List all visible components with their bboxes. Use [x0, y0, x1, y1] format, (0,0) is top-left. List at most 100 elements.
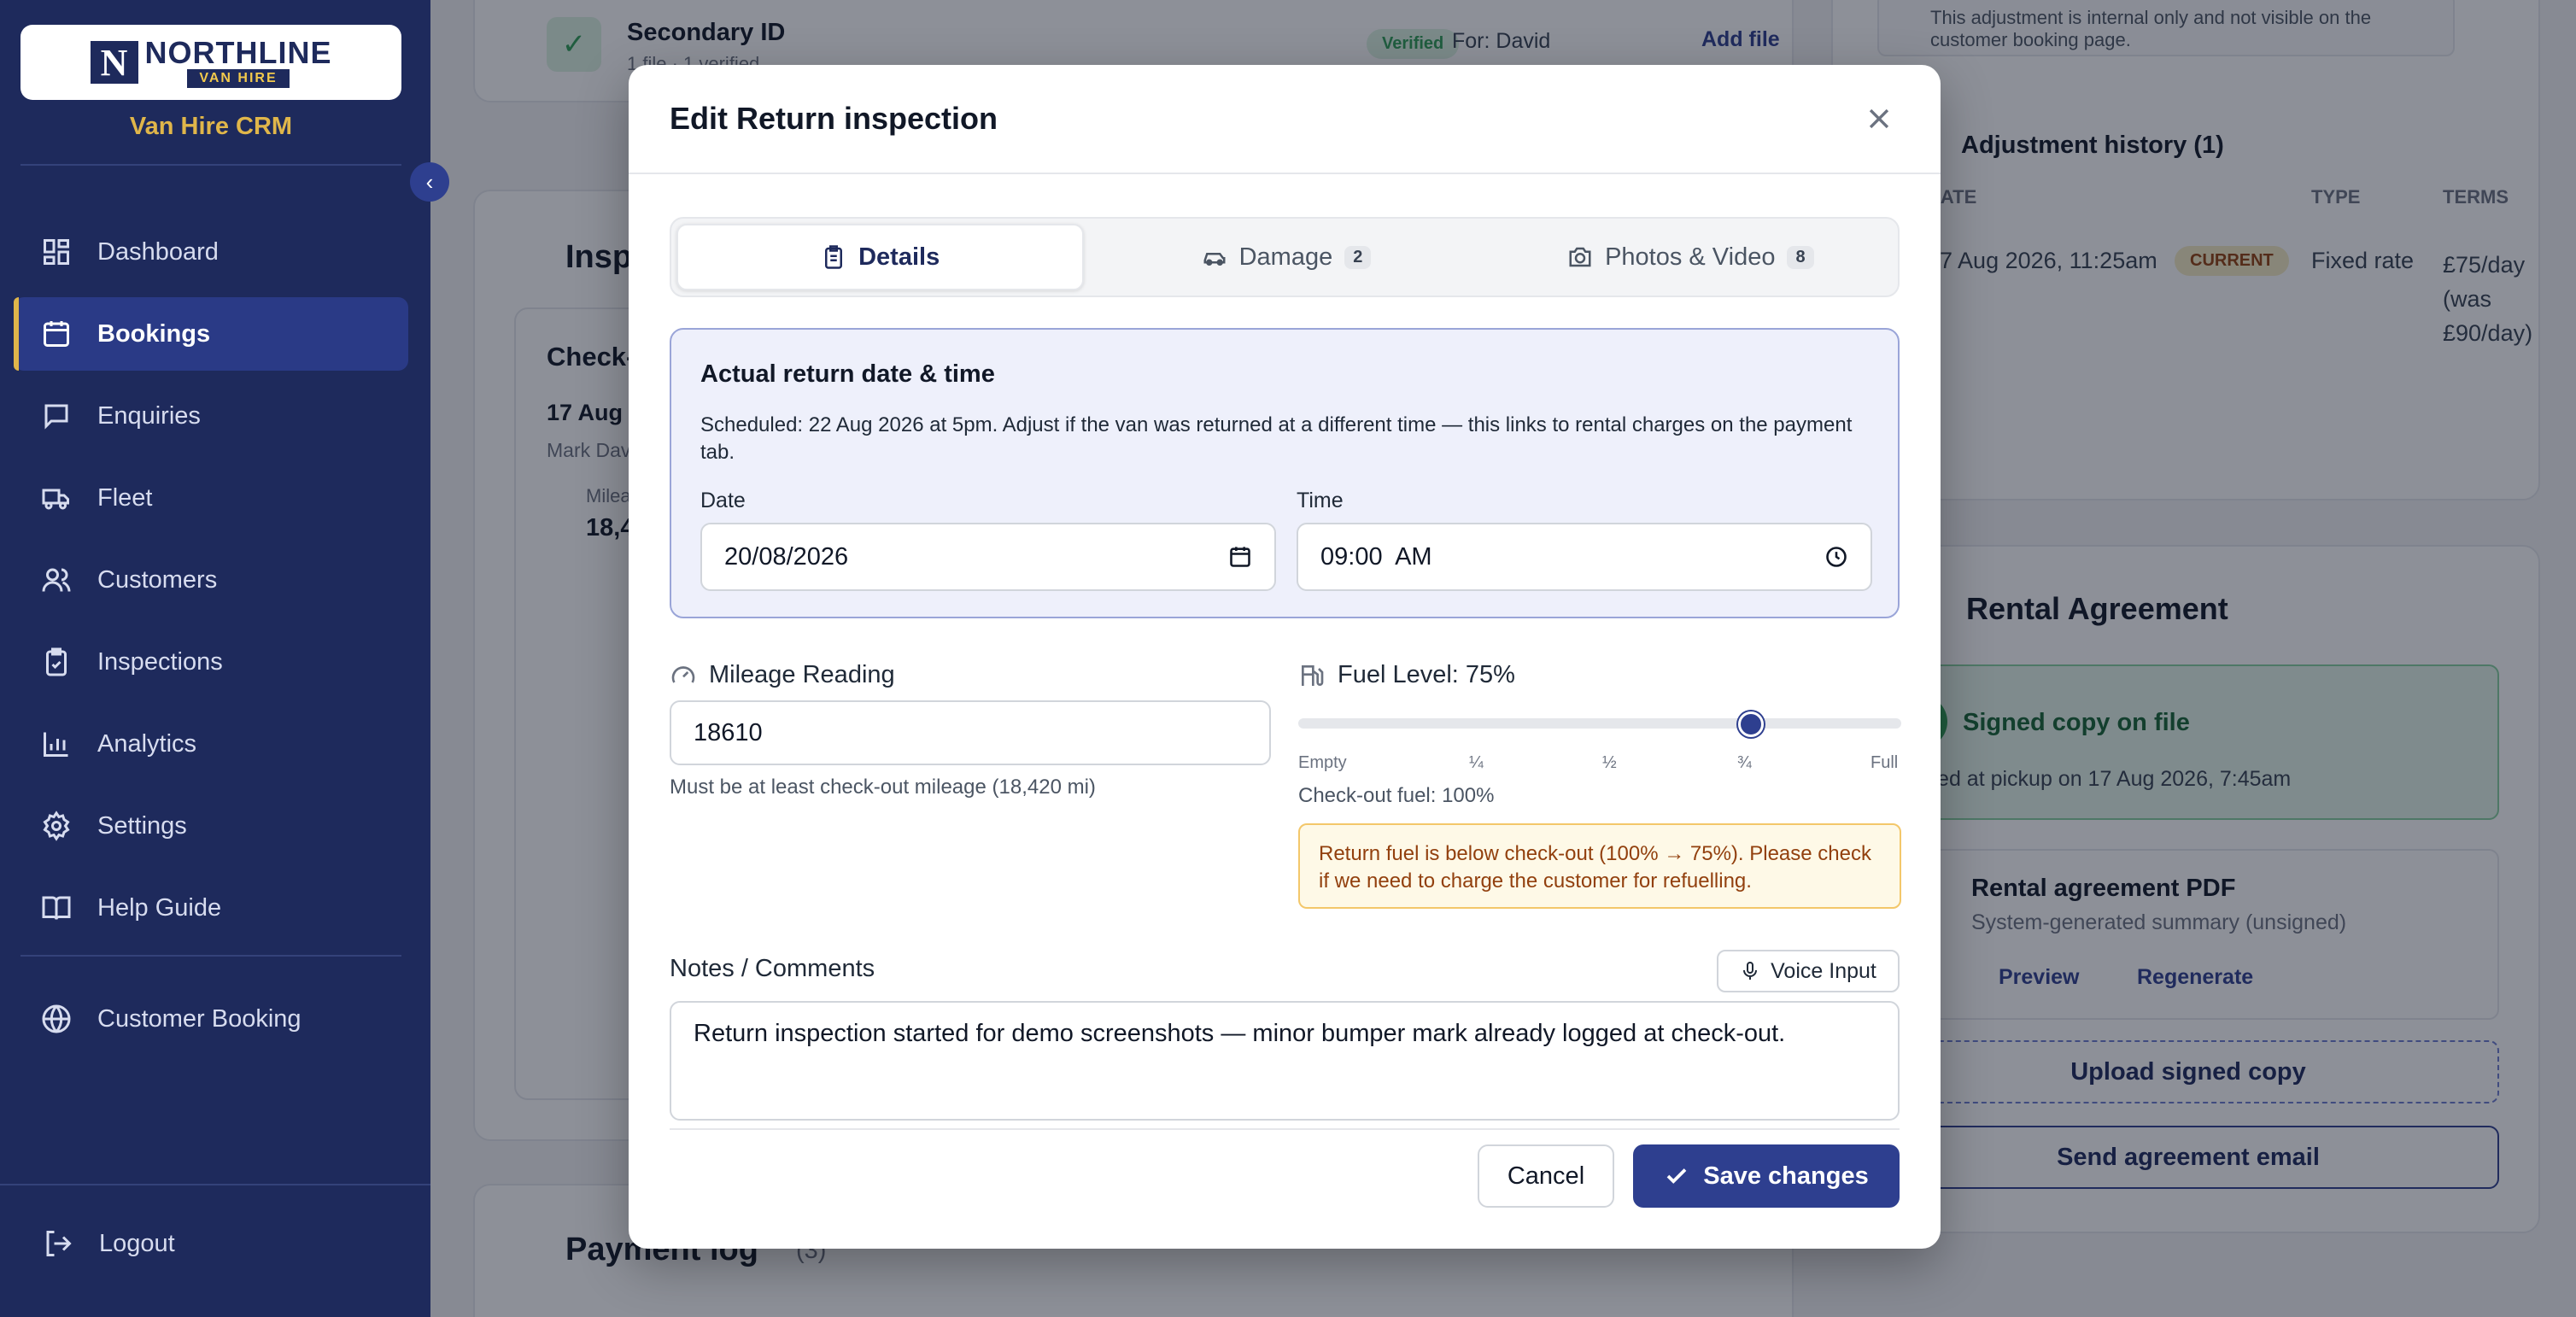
- actual-return-section: Actual return date & time Scheduled: 22 …: [670, 328, 1900, 618]
- gear-icon: [41, 811, 72, 841]
- sidebar-item-fleet[interactable]: Fleet: [14, 461, 408, 535]
- sidebar-item-enquiries[interactable]: Enquiries: [14, 379, 408, 453]
- close-button[interactable]: [1859, 98, 1900, 139]
- tab-count-badge: 8: [1787, 245, 1814, 269]
- book-icon: [41, 893, 72, 923]
- dashboard-icon: [41, 237, 72, 267]
- sidebar-item-label: Bookings: [97, 319, 211, 348]
- fuel-pump-icon: [1302, 664, 1324, 686]
- sidebar-item-customers[interactable]: Customers: [14, 543, 408, 617]
- microphone-icon: [1743, 962, 1758, 980]
- clipboard-icon: [41, 647, 72, 677]
- footer-divider: [670, 1128, 1900, 1130]
- tab-label: Details: [858, 243, 940, 271]
- calendar-icon[interactable]: [1228, 545, 1252, 569]
- sidebar-item-help-guide[interactable]: Help Guide: [14, 871, 408, 945]
- gauge-icon: [671, 665, 695, 683]
- date-value: 20/08/2026: [724, 542, 849, 571]
- sidebar-item-label: Fleet: [97, 483, 153, 512]
- sidebar-item-bookings[interactable]: Bookings: [14, 297, 408, 371]
- sidebar-item-label: Analytics: [97, 729, 197, 758]
- clipboard-icon: [825, 245, 843, 269]
- modal-title: Edit Return inspection: [670, 101, 998, 136]
- camera-icon: [1569, 247, 1591, 267]
- tick-three-quarter: ¾: [1737, 753, 1752, 772]
- tick-full: Full: [1871, 753, 1899, 772]
- tab-label: Damage: [1238, 243, 1333, 271]
- globe-icon: [41, 1004, 72, 1034]
- checkout-fuel: Check-out fuel: 100%: [1298, 784, 1495, 807]
- chevron-left-icon: ‹: [425, 168, 434, 195]
- logout-label: Logout: [99, 1229, 175, 1257]
- tick-half: ½: [1602, 753, 1617, 772]
- save-changes-button[interactable]: Save changes: [1633, 1144, 1900, 1208]
- tab-details[interactable]: Details: [676, 224, 1085, 290]
- clock-icon[interactable]: [1824, 545, 1848, 569]
- time-value: 09:00 AM: [1320, 542, 1432, 571]
- bar-chart-icon: [41, 729, 72, 759]
- edit-inspection-modal: Edit Return inspection Details Damage 2 …: [629, 65, 1941, 1249]
- calendar-icon: [41, 319, 72, 349]
- fuel-slider-track[interactable]: [1298, 718, 1901, 729]
- time-label: Time: [1297, 489, 1344, 512]
- brand-logo[interactable]: N NORTHLINE VAN HIRE: [20, 25, 401, 100]
- notes-textarea[interactable]: Return inspection started for demo scree…: [670, 1001, 1900, 1121]
- mileage-value: 18610: [694, 718, 763, 746]
- inspection-tabs: Details Damage 2 Photos & Video 8: [670, 217, 1900, 297]
- sidebar-item-label: Customers: [97, 565, 218, 594]
- tab-damage[interactable]: Damage 2: [1084, 224, 1488, 290]
- section-description: Scheduled: 22 Aug 2026 at 5pm. Adjust if…: [700, 413, 1853, 464]
- mileage-label: Mileage Reading: [670, 661, 895, 689]
- voice-input-label: Voice Input: [1771, 958, 1876, 983]
- tab-label: Photos & Video: [1605, 243, 1776, 271]
- logout-icon: [46, 1231, 72, 1256]
- divider: [20, 955, 401, 957]
- close-icon: [1869, 108, 1889, 129]
- fuel-level-label: Fuel Level: 75%: [1298, 661, 1515, 689]
- sidebar-item-label: Dashboard: [97, 237, 219, 266]
- users-icon: [41, 565, 72, 595]
- tick-empty: Empty: [1298, 753, 1347, 772]
- return-time-input[interactable]: 09:00 AM: [1297, 523, 1872, 591]
- sidebar-item-customer-booking[interactable]: Customer Booking: [14, 982, 408, 1056]
- sidebar-item-label: Settings: [97, 811, 187, 840]
- tab-photos-video[interactable]: Photos & Video 8: [1489, 224, 1893, 290]
- date-label: Date: [700, 489, 746, 512]
- sidebar-item-inspections[interactable]: Inspections: [14, 625, 408, 699]
- voice-input-button[interactable]: Voice Input: [1717, 950, 1900, 992]
- notes-label: Notes / Comments: [670, 955, 875, 983]
- logout-button[interactable]: Logout: [43, 1228, 175, 1259]
- sidebar: N NORTHLINE VAN HIRE Van Hire CRM Dashbo…: [0, 0, 430, 1317]
- car-icon: [1203, 253, 1226, 266]
- brand-subtitle: Van Hire CRM: [129, 113, 293, 140]
- sidebar-item-dashboard[interactable]: Dashboard: [14, 215, 408, 289]
- truck-icon: [41, 483, 72, 513]
- save-changes-label: Save changes: [1703, 1162, 1869, 1190]
- notes-label-text: Notes / Comments: [670, 955, 875, 982]
- logo-bottom-text: VAN HIRE: [187, 69, 290, 88]
- sidebar-item-label: Help Guide: [97, 893, 222, 922]
- return-date-input[interactable]: 20/08/2026: [700, 523, 1276, 591]
- fuel-slider-thumb[interactable]: [1737, 711, 1764, 737]
- mileage-label-text: Mileage Reading: [709, 661, 895, 688]
- sidebar-item-label: Inspections: [97, 647, 223, 676]
- divider: [0, 1184, 430, 1185]
- mileage-input[interactable]: 18610: [670, 700, 1271, 765]
- divider: [20, 164, 401, 166]
- section-title: Actual return date & time: [700, 360, 995, 388]
- collapse-sidebar-button[interactable]: ‹: [410, 162, 449, 202]
- tick-quarter: ¼: [1469, 753, 1484, 772]
- check-icon: [1666, 1168, 1687, 1184]
- sidebar-item-label: Enquiries: [97, 401, 201, 430]
- logo-mark-icon: N: [90, 41, 138, 84]
- fuel-label-text: Fuel Level: 75%: [1338, 661, 1515, 688]
- mileage-helper: Must be at least check-out mileage (18,4…: [670, 776, 1096, 799]
- sidebar-item-analytics[interactable]: Analytics: [14, 707, 408, 781]
- chat-icon: [41, 401, 72, 431]
- logo-top-text: NORTHLINE: [144, 35, 332, 70]
- cancel-button[interactable]: Cancel: [1478, 1144, 1614, 1208]
- tab-count-badge: 2: [1344, 245, 1372, 269]
- sidebar-item-label: Customer Booking: [97, 1004, 302, 1033]
- fuel-warning: Return fuel is below check-out (100% → 7…: [1298, 823, 1901, 909]
- sidebar-item-settings[interactable]: Settings: [14, 789, 408, 863]
